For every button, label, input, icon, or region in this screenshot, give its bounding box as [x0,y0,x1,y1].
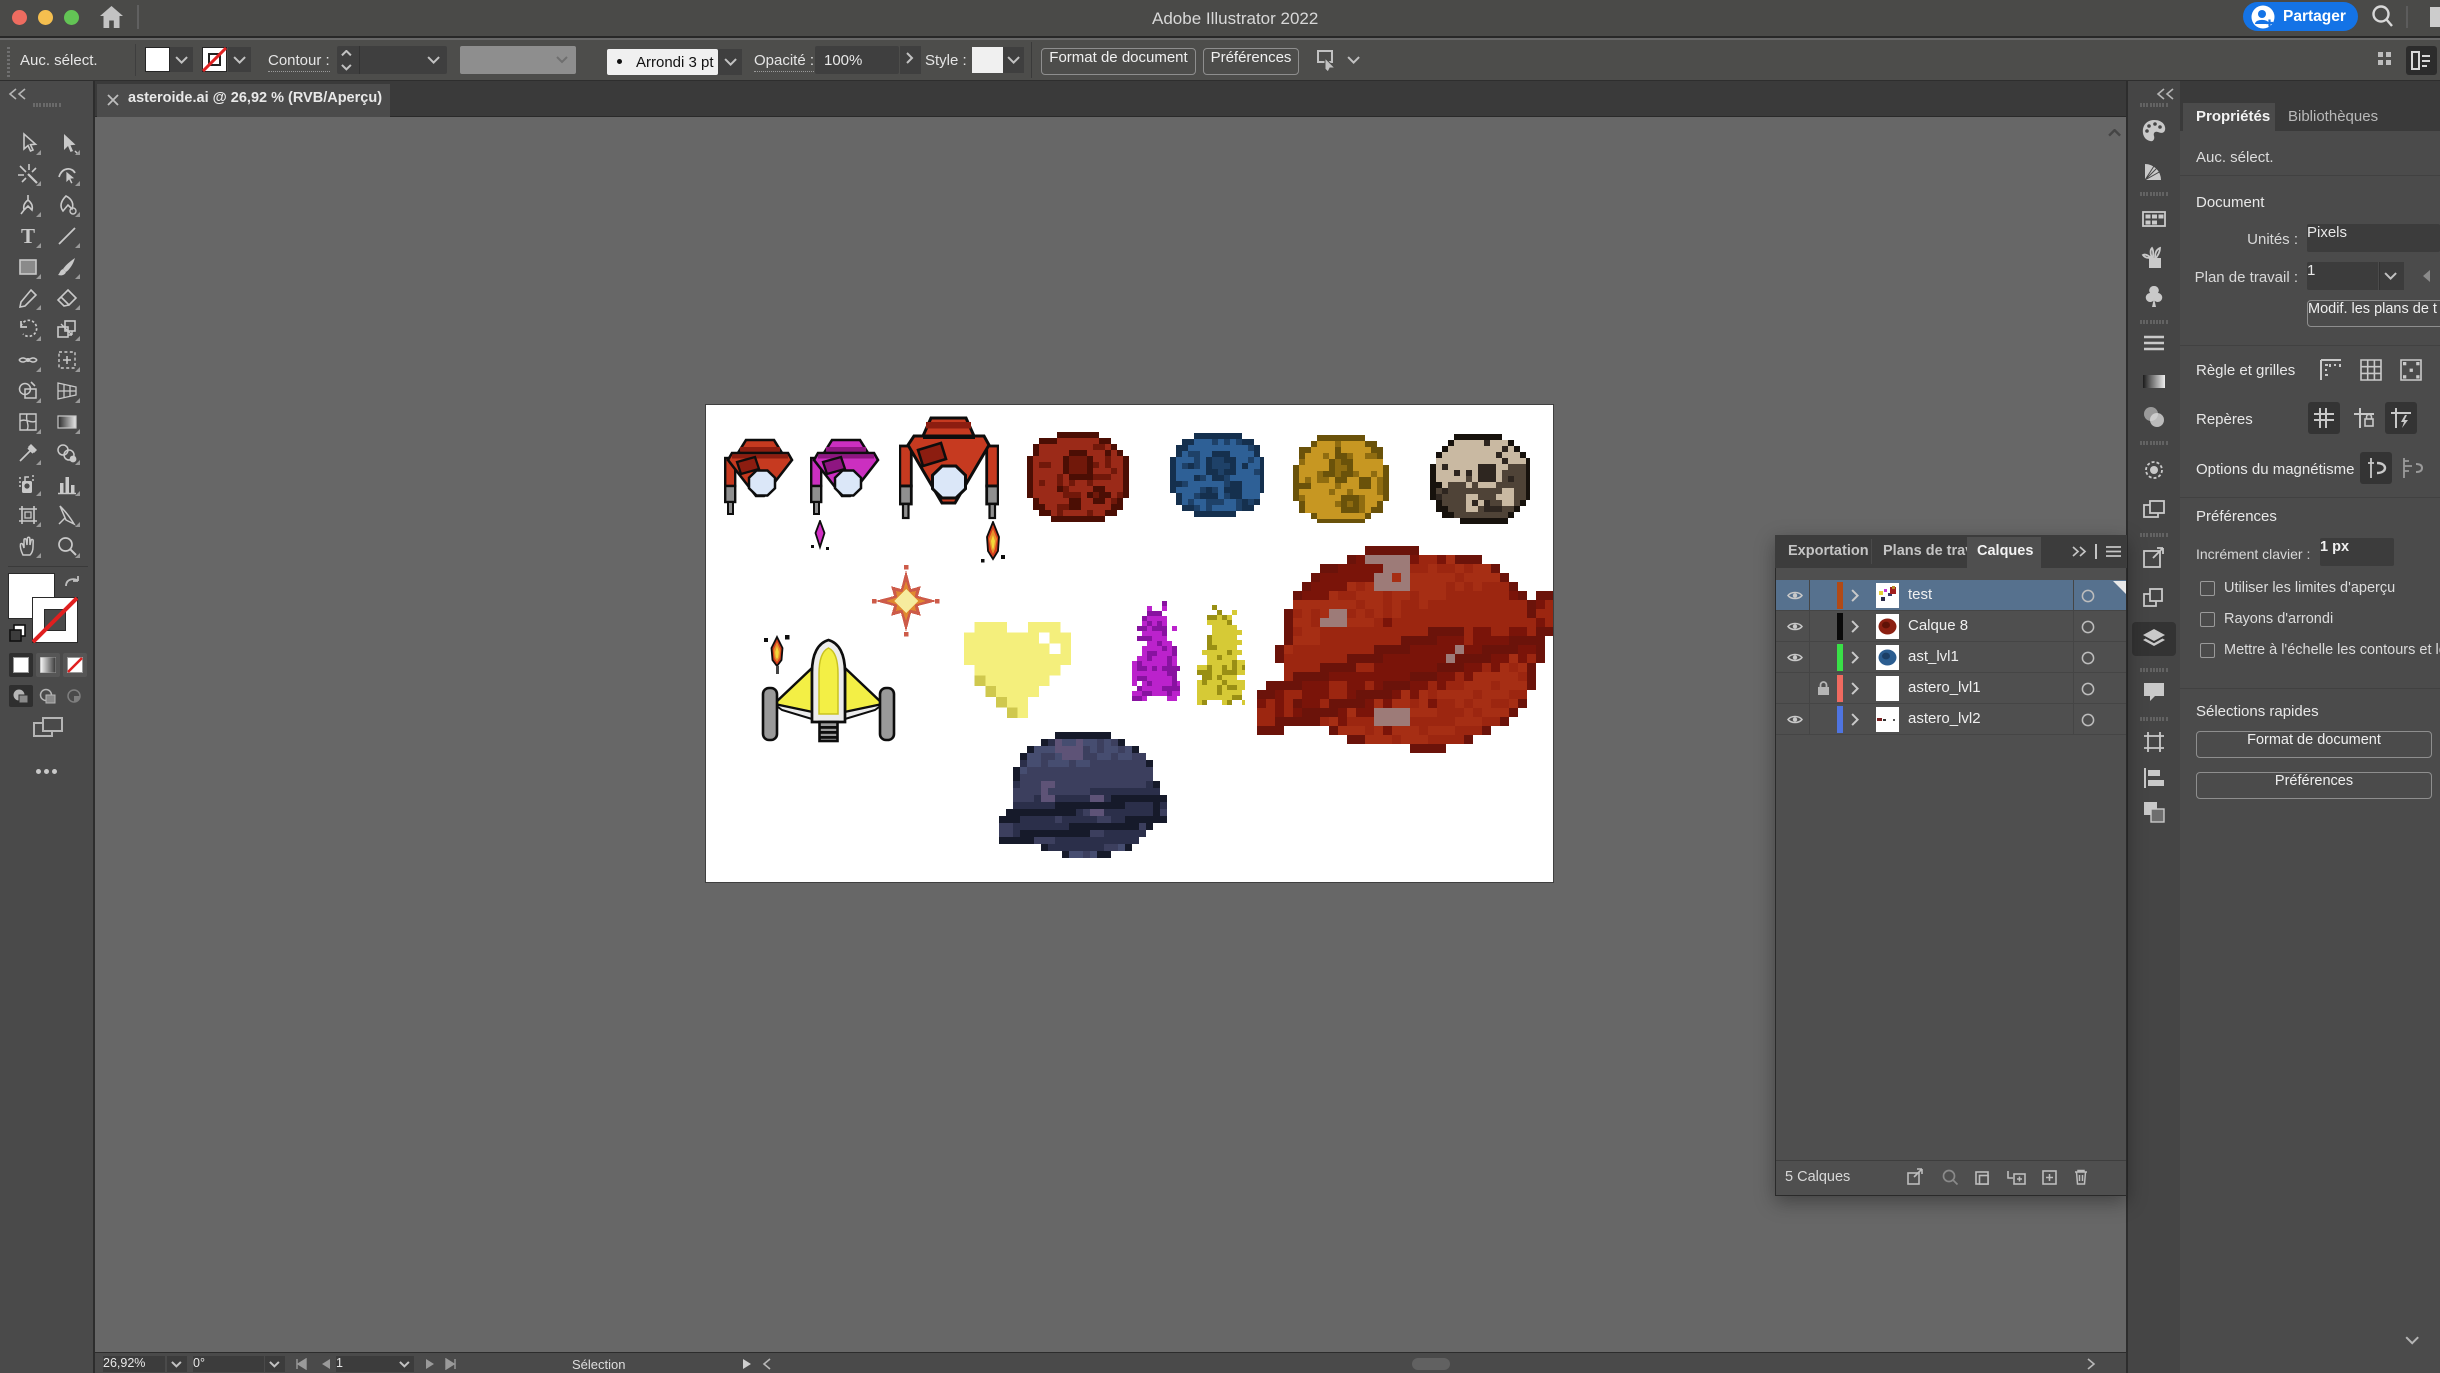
svg-text:T: T [21,225,35,247]
